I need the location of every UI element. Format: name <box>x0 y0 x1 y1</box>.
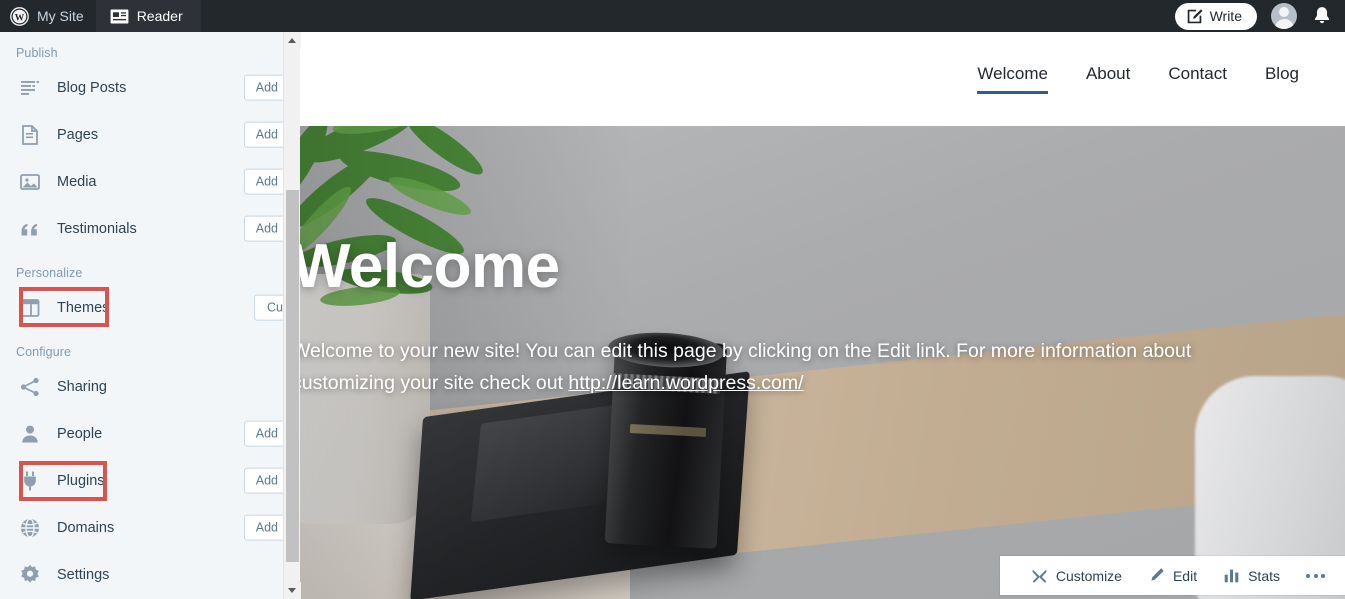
write-button[interactable]: Write <box>1174 2 1257 30</box>
site-header: Welcome About Contact Blog <box>300 32 1345 126</box>
sidebar-scroll-region: Publish Blog Posts Add Pages Add Media A… <box>0 32 300 599</box>
reader-icon <box>110 8 129 24</box>
masterbar-reader[interactable]: Reader <box>95 0 201 32</box>
sidebar-item-pages[interactable]: Pages Add <box>0 111 290 158</box>
plug-icon <box>24 471 36 490</box>
sidebar-item-label: Blog Posts <box>57 79 127 96</box>
sidebar-section-label-publish: Publish <box>16 46 58 60</box>
sidebar-item-label: Settings <box>57 566 110 583</box>
masterbar-my-site[interactable]: W My Site <box>0 0 96 32</box>
sidebar-item-themes[interactable]: Themes Customize <box>0 284 300 331</box>
sidebar-item-sharing[interactable]: Sharing <box>0 363 283 410</box>
masterbar-my-site-label: My Site <box>37 8 84 24</box>
masterbar-reader-label: Reader <box>136 8 183 24</box>
svg-text:W: W <box>15 13 25 23</box>
site-nav-blog[interactable]: Blog <box>1265 64 1299 94</box>
gear-icon <box>21 564 39 583</box>
sidebar: Publish Blog Posts Add Pages Add Media A… <box>0 32 300 599</box>
sidebar-scrollbar[interactable] <box>283 32 301 599</box>
sidebar-item-label: Sharing <box>57 378 107 395</box>
sidebar-item-label: Plugins <box>57 472 105 489</box>
customize-action[interactable]: Customize <box>1018 567 1135 584</box>
bar-chart-icon <box>1224 569 1239 583</box>
site-preview: Welcome About Contact Blog Welcome Welco… <box>300 32 1345 599</box>
document-icon <box>22 124 38 145</box>
site-nav-contact[interactable]: Contact <box>1168 64 1227 94</box>
hero-content: Welcome Welcome to your new site! You ca… <box>300 236 1292 399</box>
sidebar-section-label-personalize: Personalize <box>16 266 83 280</box>
sidebar-item-label: Media <box>57 173 97 190</box>
site-nav: Welcome About Contact Blog <box>977 64 1299 94</box>
sidebar-item-label: Pages <box>57 126 99 143</box>
customize-action-label: Customize <box>1055 567 1122 584</box>
sidebar-item-label: Domains <box>57 519 115 536</box>
sidebar-item-people[interactable]: People Add <box>0 410 290 457</box>
write-button-label: Write <box>1209 8 1242 24</box>
stats-action-label: Stats <box>1248 567 1280 584</box>
sidebar-item-media[interactable]: Media Add <box>0 158 290 205</box>
avatar[interactable] <box>1271 3 1297 29</box>
edit-action[interactable]: Edit <box>1135 567 1210 584</box>
sidebar-item-testimonials[interactable]: Testimonials Add <box>0 205 290 252</box>
pencil-square-icon <box>1187 8 1203 23</box>
sidebar-scrollbar-thumb[interactable] <box>286 190 299 562</box>
edit-action-label: Edit <box>1172 567 1198 584</box>
site-nav-about[interactable]: About <box>1086 64 1130 94</box>
globe-icon <box>21 517 39 538</box>
site-actions-toolbar: Customize Edit Stats <box>999 556 1345 595</box>
sidebar-item-blog-posts[interactable]: Blog Posts Add <box>0 64 290 111</box>
hero-title: Welcome <box>300 232 560 301</box>
sidebar-section-label-configure: Configure <box>16 345 72 359</box>
quote-icon <box>21 223 38 235</box>
sidebar-item-plugins[interactable]: Plugins Add <box>0 457 290 504</box>
image-icon <box>20 173 40 190</box>
ellipsis-icon[interactable] <box>1293 573 1331 578</box>
sidebar-item-label: Testimonials <box>57 220 137 237</box>
stats-action[interactable]: Stats <box>1210 567 1293 584</box>
sidebar-item-label: People <box>57 425 103 442</box>
user-icon <box>22 425 38 442</box>
sidebar-item-domains[interactable]: Domains Add <box>0 504 290 551</box>
pencil-icon <box>1151 568 1164 581</box>
sidebar-item-settings[interactable]: Settings <box>0 551 283 598</box>
wordpress-logo-icon: W <box>10 6 29 26</box>
hero-section: Welcome Welcome to your new site! You ca… <box>300 126 1345 599</box>
hero-body: Welcome to your new site! You can edit t… <box>300 336 1292 399</box>
bell-icon[interactable] <box>1313 6 1331 26</box>
masterbar-right-group: Write <box>1174 2 1345 30</box>
list-lines-icon <box>21 80 39 95</box>
masterbar: W My Site Reader Write <box>0 0 1345 32</box>
scroll-down-arrow[interactable] <box>284 582 301 599</box>
share-nodes-icon <box>20 377 39 396</box>
scroll-up-arrow[interactable] <box>284 32 301 49</box>
tools-icon <box>1032 569 1047 583</box>
site-nav-welcome[interactable]: Welcome <box>977 64 1048 94</box>
layout-grid-icon <box>20 298 40 317</box>
hero-learn-link[interactable]: http://learn.wordpress.com/ <box>568 372 803 394</box>
sidebar-item-label: Themes <box>57 299 110 316</box>
